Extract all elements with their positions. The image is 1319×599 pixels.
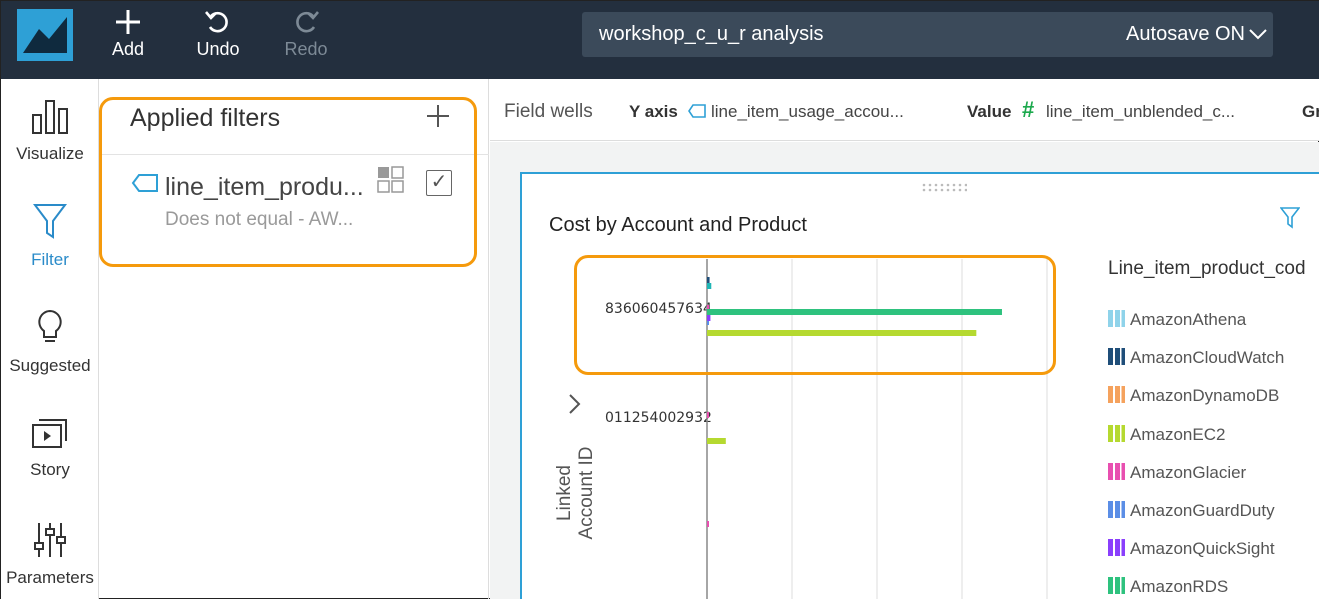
value-well-label: Value bbox=[967, 102, 1012, 121]
nav-parameters-label: Parameters bbox=[6, 568, 94, 587]
nav-story[interactable]: Story bbox=[1, 417, 99, 480]
value-field[interactable]: line_item_unblended_c... bbox=[1046, 102, 1235, 122]
field-wells-label[interactable]: Field wells bbox=[504, 101, 593, 123]
legend-swatch bbox=[1108, 539, 1125, 557]
legend-item[interactable]: AmazonDynamoDB bbox=[1108, 386, 1279, 406]
nav-visualize-label: Visualize bbox=[16, 144, 84, 163]
nav-suggested[interactable]: Suggested bbox=[1, 309, 99, 376]
legend-swatch bbox=[1108, 424, 1125, 442]
sliders-icon bbox=[1, 521, 99, 564]
legend-label: AmazonAthena bbox=[1130, 310, 1247, 329]
lightbulb-icon bbox=[1, 309, 99, 352]
legend-swatch bbox=[1108, 386, 1125, 404]
analysis-title-bar[interactable]: workshop_c_u_r analysis Autosave ON bbox=[582, 12, 1273, 57]
nav-filter[interactable]: Filter bbox=[1, 203, 99, 270]
legend-label: AmazonCloudWatch bbox=[1130, 348, 1285, 368]
nav-filter-label: Filter bbox=[31, 250, 69, 269]
top-bar: Add Undo Redo workshop_c_u_r analysis Au… bbox=[1, 1, 1319, 79]
measure-hash-icon: # bbox=[1022, 97, 1035, 122]
legend-label: AmazonRDS bbox=[1130, 577, 1229, 597]
nav-parameters[interactable]: Parameters bbox=[1, 521, 99, 588]
legend-item[interactable]: AmazonGlacier bbox=[1108, 462, 1247, 483]
analysis-title[interactable]: workshop_c_u_r analysis bbox=[599, 23, 824, 46]
quicksight-logo[interactable] bbox=[17, 9, 73, 61]
drag-handle-icon[interactable] bbox=[921, 180, 968, 192]
highlight-box-filter bbox=[99, 97, 477, 267]
add-label: Add bbox=[111, 39, 145, 59]
chevron-right-icon[interactable] bbox=[567, 393, 583, 420]
legend-label: AmazonGlacier bbox=[1130, 462, 1247, 482]
legend-swatch bbox=[1108, 462, 1125, 480]
bar-amazonglacier[interactable] bbox=[707, 521, 709, 527]
legend-item[interactable]: AmazonCloudWatch bbox=[1108, 348, 1284, 368]
redo-label: Redo bbox=[284, 39, 328, 59]
nav-suggested-label: Suggested bbox=[9, 356, 91, 375]
chevron-down-icon[interactable] bbox=[1249, 26, 1267, 42]
undo-icon bbox=[183, 7, 253, 39]
legend-label: AmazonGuardDuty bbox=[1130, 501, 1275, 520]
add-button[interactable]: Add bbox=[93, 7, 163, 60]
undo-button[interactable]: Undo bbox=[183, 7, 253, 60]
group-well-label: Gr bbox=[1302, 102, 1319, 121]
legend-label: AmazonDynamoDB bbox=[1130, 386, 1280, 406]
legend-item[interactable]: AmazonQuickSight bbox=[1108, 539, 1275, 559]
nav-story-label: Story bbox=[30, 460, 70, 479]
y-axis-field[interactable]: line_item_usage_accou... bbox=[711, 102, 904, 122]
legend-item[interactable]: AmazonEC2 bbox=[1108, 424, 1226, 445]
filter-icon[interactable] bbox=[1279, 207, 1301, 234]
legend-label: AmazonQuickSight bbox=[1130, 539, 1275, 559]
legend-label: AmazonEC2 bbox=[1130, 424, 1226, 444]
filter-icon bbox=[1, 203, 99, 246]
legend-title: Line_item_product_cod bbox=[1108, 258, 1306, 279]
redo-button[interactable]: Redo bbox=[271, 7, 341, 60]
left-nav: Visualize Filter Suggested Story Paramet… bbox=[1, 79, 99, 599]
legend-item[interactable]: AmazonAthena bbox=[1108, 310, 1246, 330]
visual-title: Cost by Account and Product bbox=[549, 214, 807, 236]
y-axis-title[interactable]: Linked Account ID bbox=[554, 438, 598, 548]
bar-amazonec2[interactable] bbox=[707, 438, 726, 444]
bar-chart-icon bbox=[1, 99, 99, 140]
highlight-box-chart bbox=[574, 255, 1056, 375]
plus-icon bbox=[93, 7, 163, 39]
category-label: 011254002932 bbox=[605, 410, 712, 426]
field-wells-bar[interactable]: Field wells Y axis line_item_usage_accou… bbox=[490, 79, 1319, 141]
legend-item[interactable]: AmazonGuardDuty bbox=[1108, 501, 1275, 521]
nav-visualize[interactable]: Visualize bbox=[1, 99, 99, 164]
legend-swatch bbox=[1108, 577, 1125, 595]
legend-swatch bbox=[1108, 310, 1125, 327]
story-icon bbox=[1, 417, 99, 456]
undo-label: Undo bbox=[196, 39, 240, 59]
bar-amazonglacier[interactable] bbox=[707, 412, 709, 418]
y-axis-well-label: Y axis bbox=[629, 102, 678, 121]
autosave-dropdown[interactable]: Autosave ON bbox=[1126, 23, 1245, 46]
dimension-tag-icon bbox=[688, 104, 706, 123]
redo-icon bbox=[271, 7, 341, 39]
legend-item[interactable]: AmazonRDS bbox=[1108, 577, 1228, 597]
legend-swatch bbox=[1108, 348, 1125, 366]
legend-swatch bbox=[1108, 501, 1125, 518]
